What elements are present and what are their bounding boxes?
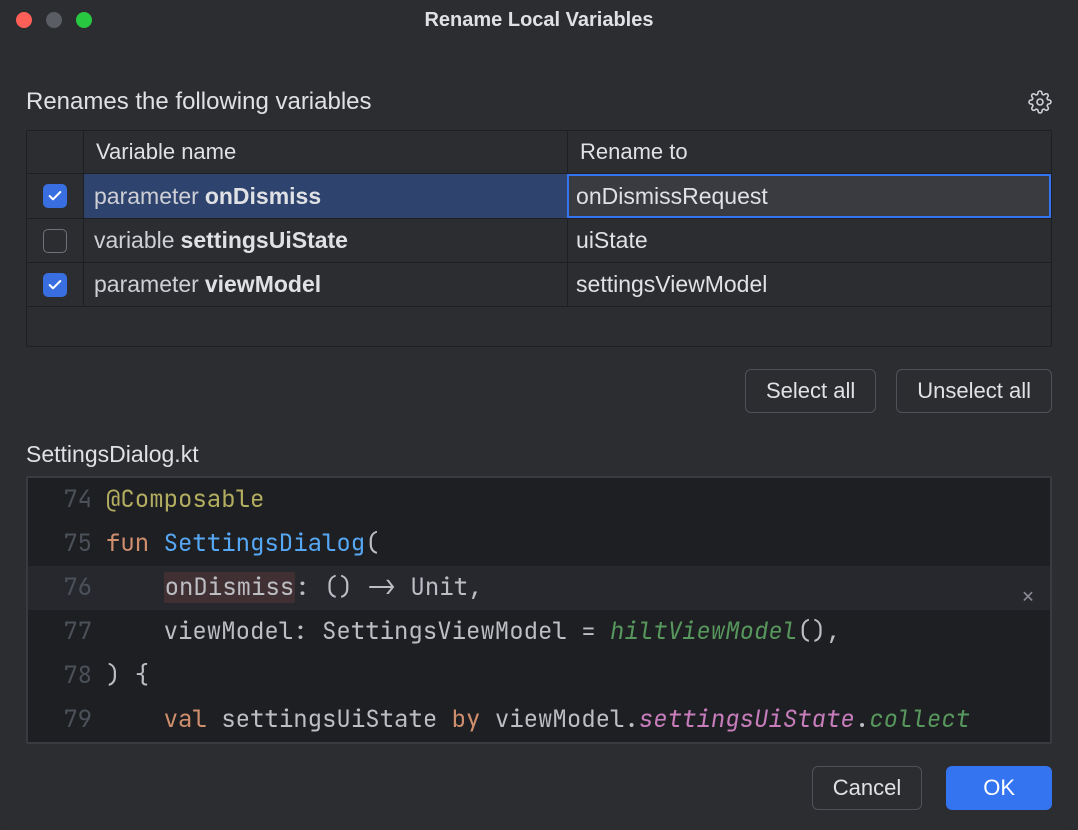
rename-input[interactable] xyxy=(576,227,1043,254)
table-footer xyxy=(27,306,1051,346)
code-line: 77 viewModel: SettingsViewModel = hiltVi… xyxy=(28,610,1050,654)
rename-input[interactable] xyxy=(576,271,1043,298)
code-preview: ✕ 74@Composable75fun SettingsDialog(76 o… xyxy=(26,476,1052,744)
line-number: 76 xyxy=(28,566,106,610)
code-line: 76 onDismiss: () -> Unit, xyxy=(28,566,1050,610)
code-line: 75fun SettingsDialog( xyxy=(28,522,1050,566)
table-row[interactable]: variable settingsUiState xyxy=(27,218,1051,262)
window-title: Rename Local Variables xyxy=(0,9,1078,32)
unselect-all-button[interactable]: Unselect all xyxy=(896,369,1052,413)
table-header: Variable name Rename to xyxy=(27,131,1051,174)
rename-input[interactable] xyxy=(576,183,1043,210)
line-number: 74 xyxy=(28,478,106,522)
line-number: 78 xyxy=(28,654,106,698)
code-text: val settingsUiState by viewModel.setting… xyxy=(106,698,1050,742)
window-close-button[interactable] xyxy=(16,12,32,28)
window-maximize-button[interactable] xyxy=(76,12,92,28)
line-number: 75 xyxy=(28,522,106,566)
code-text: onDismiss: () -> Unit, xyxy=(106,566,1050,610)
line-number: 77 xyxy=(28,610,106,654)
traffic-lights xyxy=(16,12,92,28)
code-text: fun SettingsDialog( xyxy=(106,522,1050,566)
code-text: ) { xyxy=(106,654,1050,698)
variable-kind: parameter xyxy=(94,271,199,298)
close-icon[interactable]: ✕ xyxy=(1022,574,1034,618)
titlebar: Rename Local Variables xyxy=(0,0,1078,40)
row-checkbox[interactable] xyxy=(43,273,67,297)
rename-to-cell[interactable] xyxy=(567,263,1051,306)
preview-file-name: SettingsDialog.kt xyxy=(26,441,1052,468)
code-line: 78) { xyxy=(28,654,1050,698)
row-checkbox[interactable] xyxy=(43,229,67,253)
table-row[interactable]: parameter onDismiss xyxy=(27,174,1051,218)
variable-identifier: onDismiss xyxy=(205,183,321,210)
line-number: 79 xyxy=(28,698,106,742)
row-checkbox[interactable] xyxy=(43,184,67,208)
variable-identifier: settingsUiState xyxy=(181,227,348,254)
column-variable-name: Variable name xyxy=(83,131,567,173)
variable-name-cell[interactable]: parameter viewModel xyxy=(83,263,567,306)
variable-kind: parameter xyxy=(94,183,199,210)
window-minimize-button[interactable] xyxy=(46,12,62,28)
code-text: @Composable xyxy=(106,478,1050,522)
variable-name-cell[interactable]: parameter onDismiss xyxy=(83,174,567,218)
select-all-button[interactable]: Select all xyxy=(745,369,876,413)
code-line: 74@Composable xyxy=(28,478,1050,522)
variable-kind: variable xyxy=(94,227,175,254)
variable-name-cell[interactable]: variable settingsUiState xyxy=(83,219,567,262)
gear-icon[interactable] xyxy=(1028,90,1052,114)
rename-to-cell[interactable] xyxy=(567,219,1051,262)
rename-to-cell[interactable] xyxy=(567,174,1051,218)
subtitle: Renames the following variables xyxy=(26,88,372,116)
ok-button[interactable]: OK xyxy=(946,766,1052,810)
variable-identifier: viewModel xyxy=(205,271,321,298)
column-rename-to: Rename to xyxy=(567,131,1051,173)
table-row[interactable]: parameter viewModel xyxy=(27,262,1051,306)
cancel-button[interactable]: Cancel xyxy=(812,766,922,810)
code-line: 79 val settingsUiState by viewModel.sett… xyxy=(28,698,1050,742)
variables-table: Variable name Rename to parameter onDism… xyxy=(26,130,1052,347)
code-text: viewModel: SettingsViewModel = hiltViewM… xyxy=(106,610,1050,654)
column-checkbox xyxy=(27,131,83,173)
